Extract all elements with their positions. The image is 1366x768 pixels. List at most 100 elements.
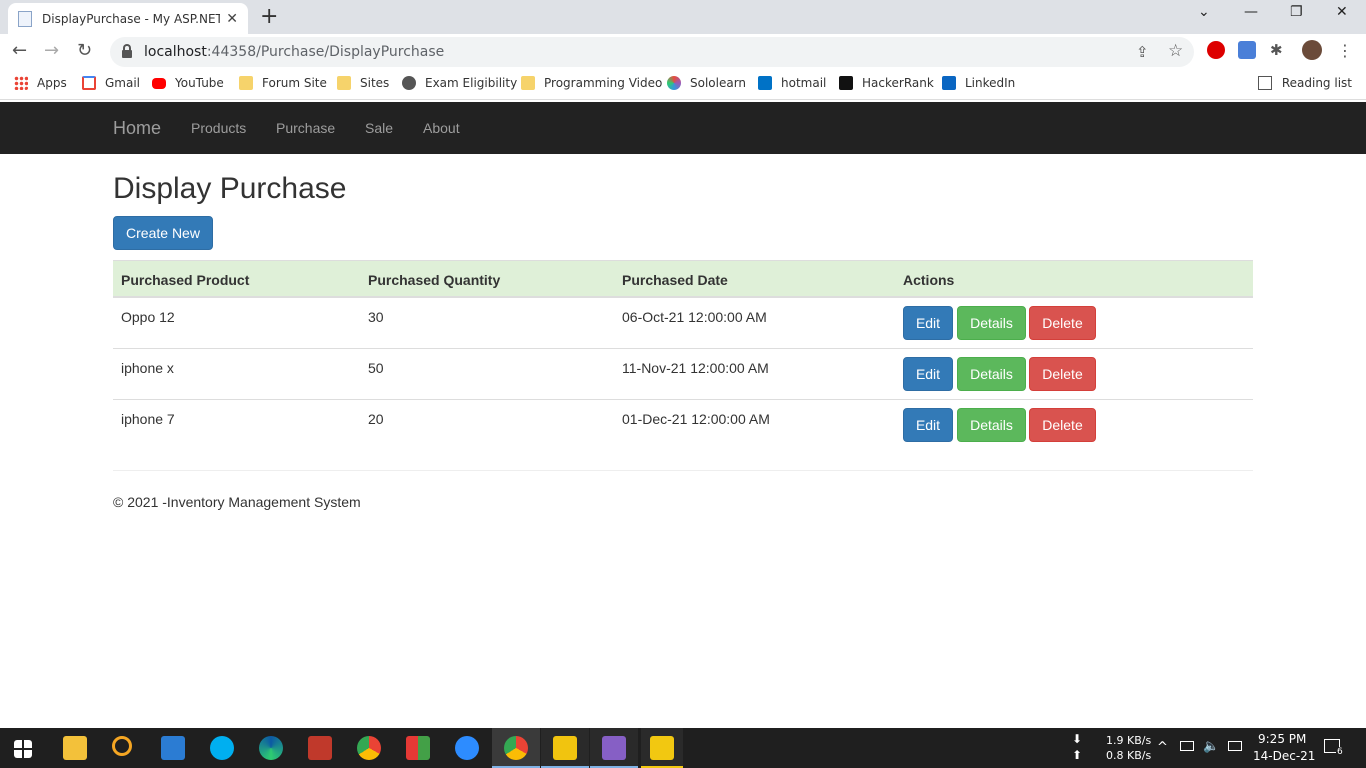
- nav-link-products[interactable]: Products: [191, 120, 246, 136]
- table-header: Purchased Product Purchased Quantity Pur…: [113, 260, 1253, 298]
- edit-button[interactable]: Edit: [903, 357, 953, 391]
- edit-button[interactable]: Edit: [903, 306, 953, 340]
- nav-home-link[interactable]: Home: [113, 118, 161, 139]
- lock-icon[interactable]: [122, 44, 132, 58]
- windows-taskbar: ⬇ ⬆ 1.9 KB/s 0.8 KB/s ^ 🔈 9:25 PM 14-Dec…: [0, 728, 1366, 768]
- bookmark-exam-eligibility[interactable]: Exam Eligibility: [402, 76, 517, 90]
- window-close-button[interactable]: ✕: [1336, 4, 1348, 20]
- net-download-speed: 1.9 KB/s: [1106, 734, 1152, 747]
- url-path: :44358/Purchase/DisplayPurchase: [206, 44, 445, 60]
- nav-link-sale[interactable]: Sale: [365, 120, 393, 136]
- column-header-product: Purchased Product: [121, 272, 250, 288]
- translate-extension-icon[interactable]: [1238, 41, 1256, 59]
- edge-icon[interactable]: [259, 736, 283, 760]
- cell-quantity: 30: [368, 309, 384, 325]
- browser-tab-strip: DisplayPurchase - My ASP.NET A ✕ + ⌄ — ❐…: [0, 0, 1366, 34]
- delete-button[interactable]: Delete: [1029, 306, 1096, 340]
- taskbar-powerbi[interactable]: [641, 728, 683, 768]
- footer-divider: [113, 470, 1253, 471]
- purchase-table: Purchased Product Purchased Quantity Pur…: [113, 260, 1253, 451]
- reading-list-button[interactable]: Reading list: [1257, 76, 1352, 90]
- bookmark-hotmail[interactable]: hotmail: [758, 76, 826, 90]
- bookmark-star-icon[interactable]: ☆: [1168, 41, 1183, 61]
- bookmark-sololearn[interactable]: Sololearn: [667, 76, 746, 90]
- delete-button[interactable]: Delete: [1029, 357, 1096, 391]
- edit-button[interactable]: Edit: [903, 408, 953, 442]
- visual-studio-icon: [602, 736, 626, 760]
- bookmark-hackerrank[interactable]: HackerRank: [839, 76, 934, 90]
- clock-date[interactable]: 14-Dec-21: [1253, 749, 1315, 763]
- window-minimize-button[interactable]: —: [1244, 4, 1258, 20]
- cell-date: 11-Nov-21 12:00:00 AM: [622, 360, 769, 376]
- book-app-icon[interactable]: [308, 736, 332, 760]
- taskbar-visual-studio[interactable]: [590, 728, 638, 768]
- details-button[interactable]: Details: [957, 306, 1026, 340]
- new-tab-button[interactable]: +: [260, 4, 278, 29]
- upload-arrow-icon: ⬆: [1072, 748, 1083, 762]
- column-header-date: Purchased Date: [622, 272, 728, 288]
- browser-menu-icon[interactable]: ⋮: [1337, 41, 1353, 60]
- nav-link-purchase[interactable]: Purchase: [276, 120, 335, 136]
- profile-avatar[interactable]: [1302, 40, 1322, 60]
- cell-quantity: 50: [368, 360, 384, 376]
- folder-icon: [521, 76, 535, 90]
- zoom-icon[interactable]: [455, 736, 479, 760]
- chrome-profile-icon[interactable]: [357, 736, 381, 760]
- extensions-puzzle-icon[interactable]: ✱: [1270, 41, 1283, 59]
- tab-close-icon[interactable]: ✕: [226, 11, 238, 27]
- gmail-icon: [82, 76, 96, 90]
- tab-search-chevron-icon[interactable]: ⌄: [1198, 4, 1210, 20]
- column-header-quantity: Purchased Quantity: [368, 272, 501, 288]
- create-new-button[interactable]: Create New: [113, 216, 213, 250]
- windows-start-icon[interactable]: [14, 740, 32, 758]
- control-panel-icon[interactable]: [161, 736, 185, 760]
- tab-title: DisplayPurchase - My ASP.NET A: [42, 11, 221, 26]
- browser-tab[interactable]: DisplayPurchase - My ASP.NET A ✕: [8, 3, 248, 34]
- sololearn-icon: [667, 76, 681, 90]
- delete-button[interactable]: Delete: [1029, 408, 1096, 442]
- bookmark-linkedin[interactable]: LinkedIn: [942, 76, 1015, 90]
- table-row: iphone x 50 11-Nov-21 12:00:00 AM Edit D…: [113, 349, 1253, 400]
- bookmark-programming-video[interactable]: Programming Video: [521, 76, 662, 90]
- details-button[interactable]: Details: [957, 357, 1026, 391]
- battery-icon[interactable]: [1180, 741, 1194, 751]
- search-icon[interactable]: [112, 736, 132, 756]
- table-row: iphone 7 20 01-Dec-21 12:00:00 AM Edit D…: [113, 400, 1253, 451]
- cell-product: iphone x: [121, 360, 174, 376]
- file-explorer-icon[interactable]: [63, 736, 87, 760]
- linkedin-icon: [942, 76, 956, 90]
- tray-chevron-icon[interactable]: ^: [1157, 740, 1168, 755]
- folder-icon: [239, 76, 253, 90]
- apps-grid-icon: [14, 76, 28, 90]
- nav-link-about[interactable]: About: [423, 120, 460, 136]
- bookmarks-bar: Apps Gmail YouTube Forum Site Sites Exam…: [0, 70, 1366, 100]
- bookmark-apps[interactable]: Apps: [14, 76, 67, 90]
- bookmark-youtube[interactable]: YouTube: [152, 76, 224, 90]
- url-host: localhost: [144, 44, 207, 60]
- forward-button[interactable]: →: [44, 40, 59, 61]
- back-button[interactable]: ←: [12, 40, 27, 61]
- net-upload-speed: 0.8 KB/s: [1106, 749, 1152, 762]
- adblock-extension-icon[interactable]: [1207, 41, 1225, 59]
- powerbi-icon: [650, 736, 674, 760]
- share-icon[interactable]: ⇪: [1136, 43, 1149, 61]
- volume-icon[interactable]: 🔈: [1203, 739, 1219, 754]
- clock-time[interactable]: 9:25 PM: [1258, 732, 1306, 746]
- window-restore-button[interactable]: ❐: [1290, 4, 1303, 20]
- details-button[interactable]: Details: [957, 408, 1026, 442]
- network-icon[interactable]: [1228, 741, 1242, 751]
- column-header-actions: Actions: [903, 272, 955, 288]
- taskbar-chrome-active[interactable]: [492, 728, 540, 768]
- bookmark-forum-site[interactable]: Forum Site: [239, 76, 327, 90]
- reload-button[interactable]: ↻: [77, 40, 92, 61]
- cell-product: iphone 7: [121, 411, 175, 427]
- cell-date: 01-Dec-21 12:00:00 AM: [622, 411, 770, 427]
- taskbar-sql-app[interactable]: [541, 728, 589, 768]
- cell-product: Oppo 12: [121, 309, 175, 325]
- table-row: Oppo 12 30 06-Oct-21 12:00:00 AM Edit De…: [113, 298, 1253, 349]
- bookmark-sites[interactable]: Sites: [337, 76, 389, 90]
- address-bar[interactable]: localhost:44358/Purchase/DisplayPurchase…: [110, 37, 1194, 67]
- skype-icon[interactable]: [210, 736, 234, 760]
- calendar-app-icon[interactable]: [406, 736, 430, 760]
- bookmark-gmail[interactable]: Gmail: [82, 76, 140, 90]
